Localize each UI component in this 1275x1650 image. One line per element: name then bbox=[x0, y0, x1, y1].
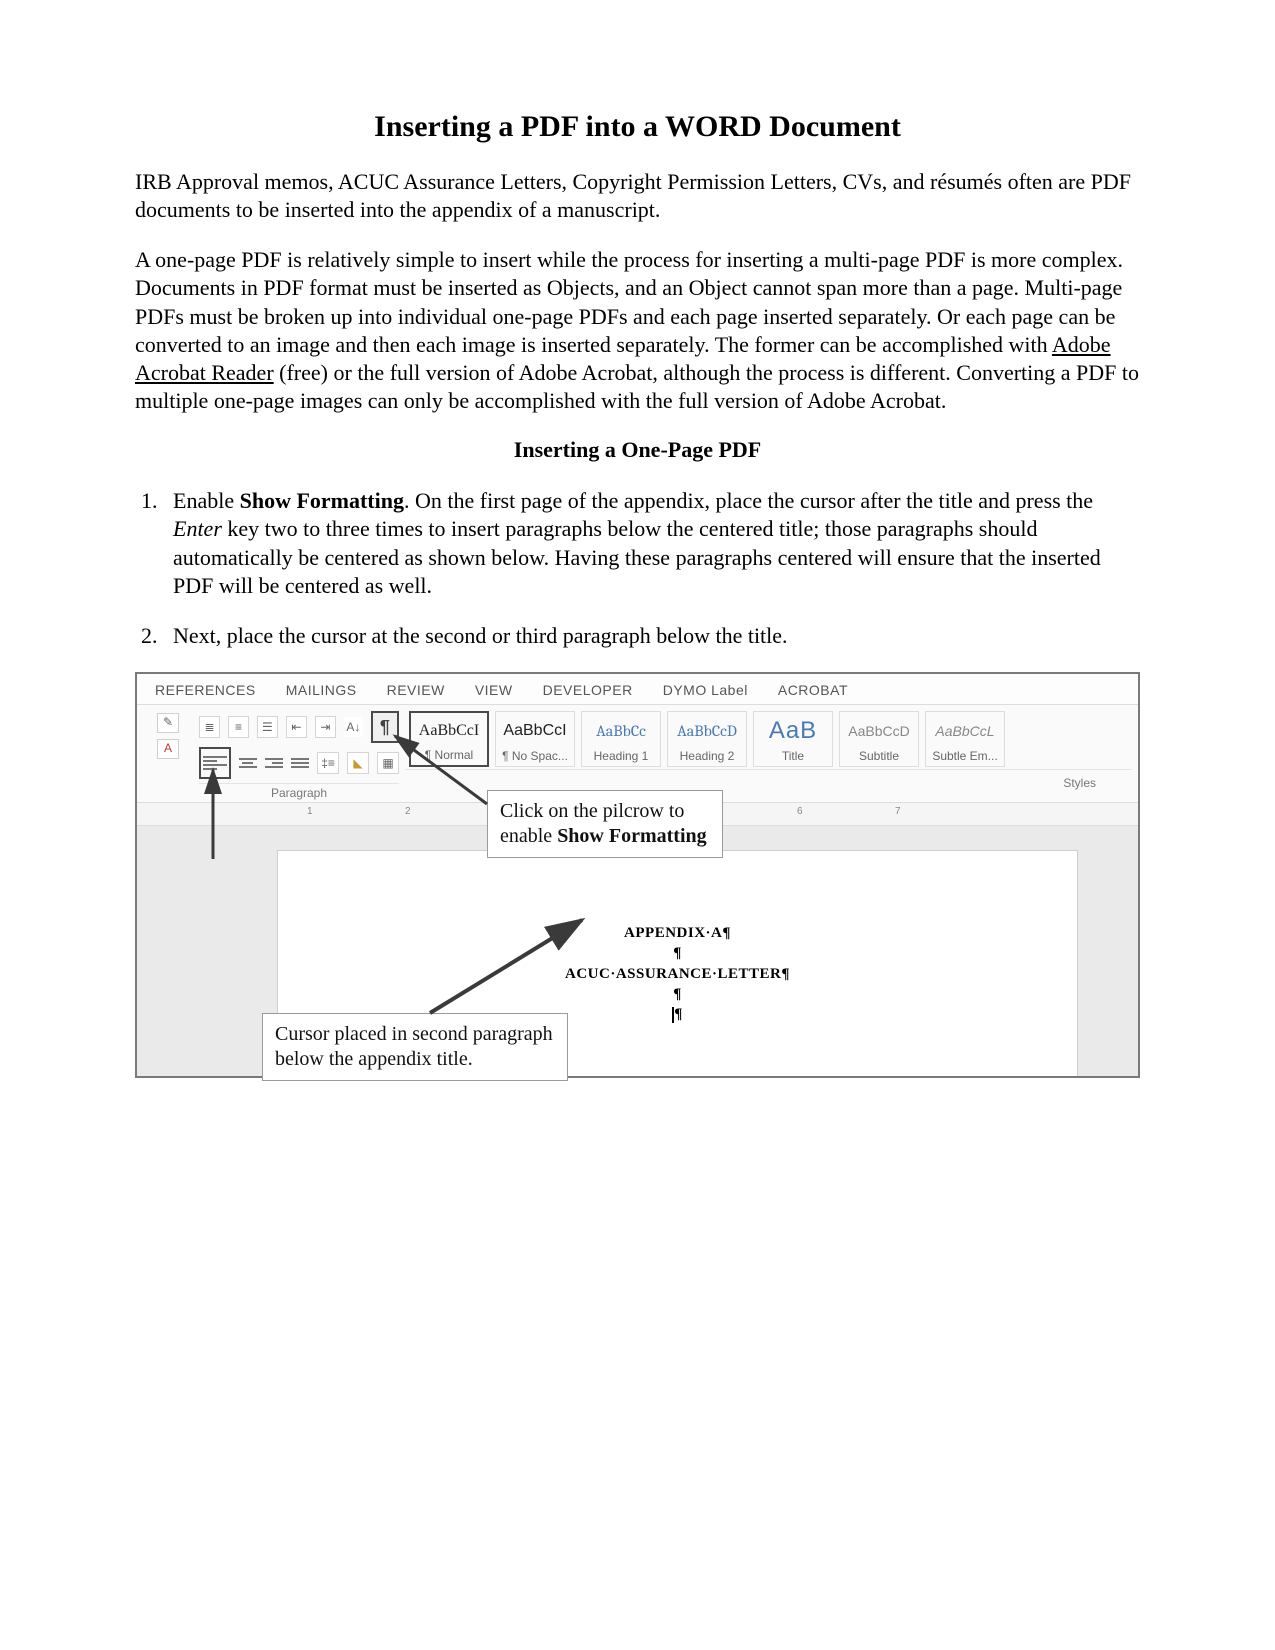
steps-list: Enable Show Formatting. On the first pag… bbox=[135, 487, 1140, 650]
style-sample: AaB bbox=[769, 712, 817, 749]
document-title: Inserting a PDF into a WORD Document bbox=[135, 110, 1140, 144]
callout1-b: Show Formatting bbox=[557, 825, 706, 847]
style-sample: AaBbCcL bbox=[935, 712, 994, 749]
style-tile-subtle-em-[interactable]: AaBbCcLSubtle Em... bbox=[925, 711, 1005, 767]
ruler-tick: 2 bbox=[405, 806, 411, 817]
step-1: Enable Show Formatting. On the first pag… bbox=[163, 487, 1140, 600]
appendix-pilcrow-1: ¶ bbox=[278, 943, 1077, 963]
style-name-label: Heading 2 bbox=[680, 749, 735, 763]
text-cursor bbox=[672, 1007, 674, 1023]
ruler-tick: 7 bbox=[895, 806, 901, 817]
style-gallery: AaBbCcI¶ NormalAaBbCcI¶ No Spac...AaBbCc… bbox=[405, 709, 1132, 769]
tab-acrobat[interactable]: ACROBAT bbox=[778, 682, 848, 698]
line-spacing-icon[interactable]: ‡≡ bbox=[317, 752, 339, 774]
appendix-line-1: APPENDIX·A¶ bbox=[278, 923, 1077, 943]
callout-pilcrow: Click on the pilcrow to enable Show Form… bbox=[487, 790, 723, 858]
align-left-button[interactable] bbox=[199, 747, 231, 779]
style-tile--no-spac-[interactable]: AaBbCcI¶ No Spac... bbox=[495, 711, 575, 767]
tab-developer[interactable]: DEVELOPER bbox=[543, 682, 633, 698]
appendix-title-block: APPENDIX·A¶ ¶ ACUC·ASSURANCE·LETTER¶ ¶ ¶ bbox=[278, 851, 1077, 1024]
style-sample: AaBbCc bbox=[596, 712, 646, 749]
style-name-label: Subtitle bbox=[859, 749, 899, 763]
justify-icon[interactable] bbox=[291, 753, 309, 773]
step1-e: key two to three times to insert paragra… bbox=[173, 516, 1101, 597]
style-sample: AaBbCcD bbox=[677, 712, 737, 749]
style-name-label: ¶ No Spac... bbox=[502, 749, 568, 763]
sort-icon[interactable]: A↓ bbox=[344, 717, 363, 737]
style-sample: AaBbCcD bbox=[848, 712, 909, 749]
multilevel-icon[interactable]: ☰ bbox=[257, 716, 278, 738]
callout2-text: Cursor placed in second paragraph below … bbox=[275, 1023, 553, 1070]
step1-show-formatting: Show Formatting bbox=[240, 488, 404, 513]
step-2: Next, place the cursor at the second or … bbox=[163, 622, 1140, 650]
style-sample: AaBbCcI bbox=[503, 712, 566, 749]
style-tile-title[interactable]: AaBTitle bbox=[753, 711, 833, 767]
ribbon-tabs: REFERENCES MAILINGS REVIEW VIEW DEVELOPE… bbox=[137, 674, 1138, 705]
ruler-tick: 6 bbox=[797, 806, 803, 817]
paragraph-group-label: Paragraph bbox=[199, 783, 399, 802]
clipboard-font-mini-group: ✎ A bbox=[143, 709, 193, 802]
tab-review[interactable]: REVIEW bbox=[387, 682, 445, 698]
style-name-label: Title bbox=[782, 749, 804, 763]
align-right-icon[interactable] bbox=[265, 753, 283, 773]
style-tile-subtitle[interactable]: AaBbCcDSubtitle bbox=[839, 711, 919, 767]
ribbon-body: ✎ A ≣ ≡ ☰ ⇤ ⇥ A↓ ¶ bbox=[137, 705, 1138, 803]
shading-icon[interactable]: ◣ bbox=[347, 752, 369, 774]
appendix-line-2: ACUC·ASSURANCE·LETTER¶ bbox=[278, 964, 1077, 984]
ruler-tick: 1 bbox=[307, 806, 313, 817]
paragraph-group: ≣ ≡ ☰ ⇤ ⇥ A↓ ¶ ‡≡ ◣ ▦ bbox=[193, 709, 405, 802]
style-name-label: ¶ Normal bbox=[425, 748, 473, 762]
tab-references[interactable]: REFERENCES bbox=[155, 682, 256, 698]
section-heading-onepage: Inserting a One-Page PDF bbox=[135, 437, 1140, 463]
increase-indent-icon[interactable]: ⇥ bbox=[315, 716, 336, 738]
tab-mailings[interactable]: MAILINGS bbox=[286, 682, 357, 698]
intro-paragraph-2: A one-page PDF is relatively simple to i… bbox=[135, 246, 1140, 415]
font-color-icon[interactable]: A bbox=[157, 739, 179, 759]
styles-group: AaBbCcI¶ NormalAaBbCcI¶ No Spac...AaBbCc… bbox=[405, 709, 1132, 802]
intro-paragraph-1: IRB Approval memos, ACUC Assurance Lette… bbox=[135, 168, 1140, 224]
borders-icon[interactable]: ▦ bbox=[377, 752, 399, 774]
align-center-icon[interactable] bbox=[239, 753, 257, 773]
format-painter-icon[interactable]: ✎ bbox=[157, 713, 179, 733]
step1-a: Enable bbox=[173, 488, 240, 513]
appendix-pilcrow-2: ¶ bbox=[278, 984, 1077, 1004]
callout-cursor-placement: Cursor placed in second paragraph below … bbox=[262, 1013, 568, 1081]
style-tile-heading-2[interactable]: AaBbCcDHeading 2 bbox=[667, 711, 747, 767]
style-name-label: Heading 1 bbox=[594, 749, 649, 763]
decrease-indent-icon[interactable]: ⇤ bbox=[286, 716, 307, 738]
p2-part-a: A one-page PDF is relatively simple to i… bbox=[135, 247, 1123, 356]
step1-enter-key: Enter bbox=[173, 516, 222, 541]
p2-part-b: (free) or the full version of Adobe Acro… bbox=[135, 360, 1139, 413]
bullets-icon[interactable]: ≣ bbox=[199, 716, 220, 738]
tab-view[interactable]: VIEW bbox=[475, 682, 513, 698]
style-tile--normal[interactable]: AaBbCcI¶ Normal bbox=[409, 711, 489, 767]
style-name-label: Subtle Em... bbox=[932, 749, 997, 763]
step1-c: . On the first page of the appendix, pla… bbox=[404, 488, 1093, 513]
tab-dymo-label[interactable]: DYMO Label bbox=[663, 682, 748, 698]
show-formatting-button[interactable]: ¶ bbox=[371, 711, 399, 743]
numbering-icon[interactable]: ≡ bbox=[228, 716, 249, 738]
style-tile-heading-1[interactable]: AaBbCcHeading 1 bbox=[581, 711, 661, 767]
style-sample: AaBbCcI bbox=[419, 713, 479, 748]
